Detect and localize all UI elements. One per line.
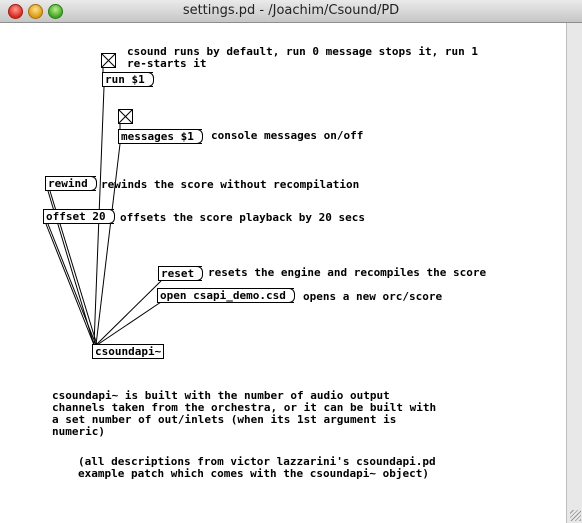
open-message[interactable]: open csapi_demo.csd [157,288,295,303]
messages-message[interactable]: messages $1 [118,129,203,144]
patch-canvas[interactable]: csound runs by default, run 0 message st… [0,23,566,523]
csoundapi-object[interactable]: csoundapi~ [92,344,165,359]
run-toggle[interactable] [101,53,116,68]
messages-toggle[interactable] [118,109,133,124]
rewind-comment: rewinds the score without recompilation [101,178,360,191]
run-comment: csound runs by default, run 0 message st… [127,45,478,70]
cord-messages-csoundapi [95,143,121,346]
messages-comment: console messages on/off [211,129,364,142]
window-title: settings.pd - /Joachim/Csound/PD [182,3,400,18]
reset-message[interactable]: reset [158,266,204,281]
offset-message[interactable]: offset 20 [43,209,115,224]
cord-offset-csoundapi-a [45,223,95,346]
open-comment: opens a new orc/score [303,290,443,303]
info-comment: csoundapi~ is built with the number of a… [52,389,437,438]
vertical-scrollbar[interactable] [566,23,582,523]
pd-patch-window: settings.pd - /Joachim/Csound/PD csound … [0,0,582,523]
cord-open-csoundapi [96,301,162,346]
resize-grip-icon[interactable] [570,510,581,521]
cord-reset-csoundapi [95,280,162,346]
credit-comment: (all descriptions from victor lazzarini'… [78,455,436,480]
offset-comment: offsets the score playback by 20 secs [120,211,366,224]
rewind-message[interactable]: rewind [45,176,97,191]
run-message[interactable]: run $1 [102,72,154,87]
cord-offset-csoundapi-b [47,223,97,346]
reset-comment: resets the engine and recompiles the sco… [208,266,487,279]
title-bar[interactable]: settings.pd - /Joachim/Csound/PD [0,0,582,23]
